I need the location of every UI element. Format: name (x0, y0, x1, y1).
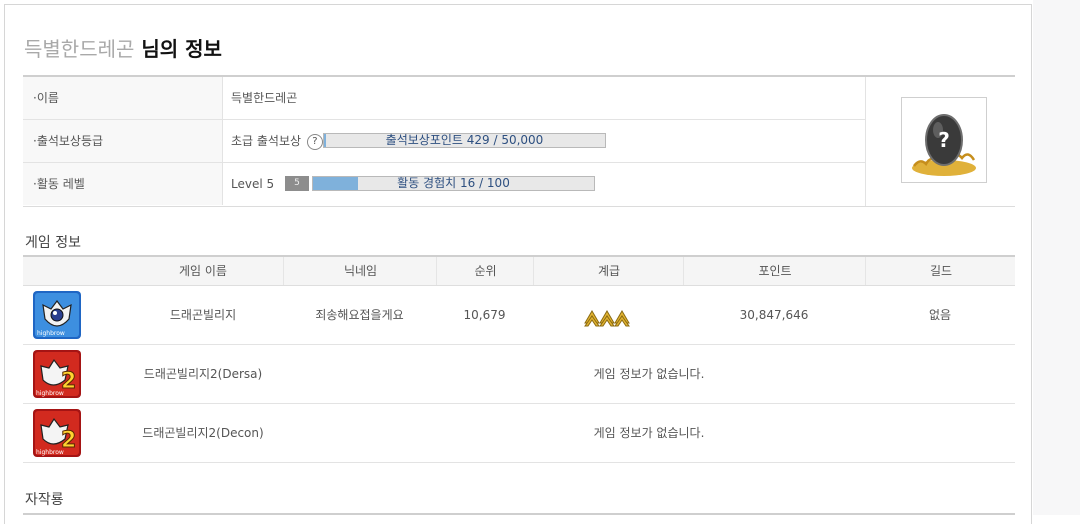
page-title-suffix: 님의 정보 (141, 37, 222, 61)
avatar: ? (901, 97, 987, 183)
help-question-icon[interactable]: ? (306, 133, 323, 150)
activity-progress-bar: 활동 경험치 16 / 100 (312, 176, 595, 191)
attendance-grade-value: 초급 출석보상 ? (231, 120, 323, 162)
col-points: 포인트 (683, 257, 866, 285)
table-row: 2 highbrow 드래곤빌리지2(Dersa) 게임 정보가 없습니다. (23, 345, 1015, 404)
no-game-info-message: 게임 정보가 없습니다. (593, 426, 705, 440)
game-name: 드래곤빌리지2(Dersa) (143, 367, 263, 381)
profile-name-value: 득별한드레곤 (231, 91, 298, 105)
attendance-progress-bar: 출석보상포인트 429 / 50,000 (323, 133, 606, 148)
profile-name-label: ·이름 (23, 77, 223, 119)
game-guild: 없음 (928, 308, 952, 322)
profile-table: ·이름 득별한드레곤 ·출석보상등급 초급 출석보상 ? 출석보상포인트 429… (23, 75, 1015, 207)
page-gutter (1033, 0, 1080, 515)
svg-text:highbrow: highbrow (37, 330, 65, 337)
page-title: 득별한드레곤 님의 정보 (24, 33, 222, 62)
profile-row-activity: ·활동 레벨 Level 5 5 활동 경험치 16 / 100 (23, 163, 865, 205)
col-nickname: 닉네임 (283, 257, 437, 285)
table-row: 2 highbrow 드래곤빌리지2(Decon) 게임 정보가 없습니다. (23, 404, 1015, 463)
dragon-village-2-icon[interactable]: 2 highbrow (33, 409, 81, 457)
profile-row-name: ·이름 득별한드레곤 (23, 77, 865, 120)
game-info-table: 게임 이름 닉네임 순위 계급 포인트 길드 highbrow 드래곤빌리지 죄… (23, 255, 1015, 463)
col-game-name: 게임 이름 (179, 264, 227, 278)
attendance-grade-text: 초급 출석보상 (231, 134, 302, 148)
attendance-progress-text: 출석보상포인트 429 / 50,000 (385, 133, 544, 147)
user-info-panel: 득별한드레곤 님의 정보 ·이름 득별한드레곤 ·출석보상등급 초급 출석보상 … (4, 4, 1032, 524)
svg-text:highbrow: highbrow (36, 449, 64, 456)
svg-text:?: ? (938, 128, 950, 152)
rank-chevrons-icon (584, 309, 630, 326)
egg-question-icon: ? (912, 114, 976, 176)
activity-level-badge: 5 (285, 176, 309, 191)
game-name: 드래곤빌리지 (169, 308, 237, 322)
dragon-village-2-icon[interactable]: 2 highbrow (33, 350, 81, 398)
col-rank: 순위 (436, 257, 534, 285)
attendance-grade-label: ·출석보상등급 (23, 120, 223, 162)
grade-cell (533, 286, 683, 344)
game-rank: 10,679 (463, 308, 506, 322)
game-name: 드래곤빌리지2(Decon) (142, 426, 264, 440)
works-title: 자작룡 (25, 492, 64, 508)
col-guild: 길드 (865, 257, 1016, 285)
col-grade: 계급 (533, 257, 684, 285)
activity-progress-text: 활동 경험치 16 / 100 (397, 176, 510, 190)
game-table-header: 게임 이름 닉네임 순위 계급 포인트 길드 (23, 257, 1015, 286)
game-points: 30,847,646 (739, 308, 809, 322)
dragon-village-icon[interactable]: highbrow (33, 291, 81, 339)
game-nickname: 죄송해요접을게요 (315, 308, 404, 322)
table-row: highbrow 드래곤빌리지 죄송해요접을게요 10,679 30,847,6… (23, 286, 1015, 345)
game-info-title: 게임 정보 (25, 235, 81, 251)
profile-row-attendance: ·출석보상등급 초급 출석보상 ? 출석보상포인트 429 / 50,000 (23, 120, 865, 163)
activity-level-label: ·활동 레벨 (23, 163, 223, 205)
avatar-cell: ? (865, 77, 1016, 206)
page-title-nickname: 득별한드레곤 (24, 37, 135, 61)
svg-text:highbrow: highbrow (36, 390, 64, 397)
activity-level-value: Level 5 (231, 177, 275, 191)
no-game-info-message: 게임 정보가 없습니다. (593, 367, 705, 381)
